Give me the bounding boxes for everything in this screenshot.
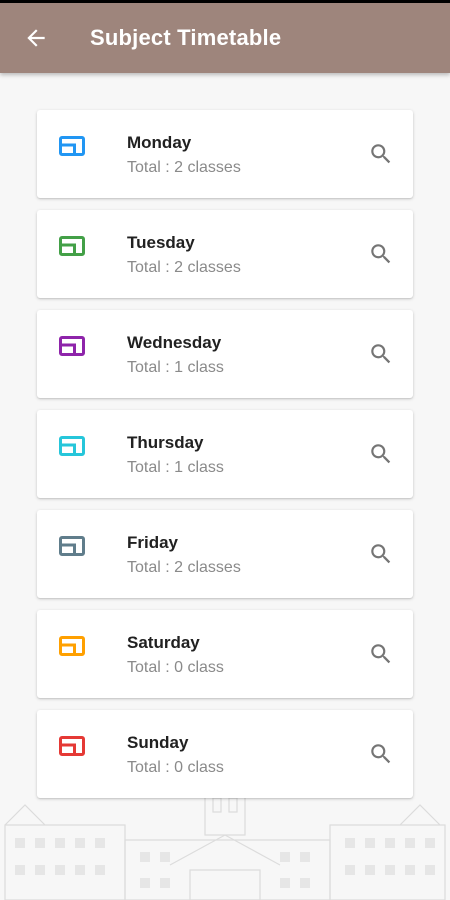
view-quilt-icon	[59, 636, 85, 656]
day-card-sunday[interactable]: Sunday Total : 0 class	[37, 710, 413, 798]
search-icon	[371, 444, 391, 464]
day-card-thursday[interactable]: Thursday Total : 1 class	[37, 410, 413, 498]
day-name: Friday	[127, 533, 179, 552]
view-quilt-icon	[59, 136, 85, 156]
search-icon	[371, 344, 391, 364]
day-name: Sunday	[127, 733, 189, 752]
search-button[interactable]	[367, 240, 395, 268]
view-quilt-icon	[59, 236, 85, 256]
day-name: Saturday	[127, 633, 200, 652]
search-button[interactable]	[367, 740, 395, 768]
app-bar: Subject Timetable	[0, 3, 450, 73]
class-count: Total : 2 classes	[127, 559, 241, 576]
search-icon	[371, 644, 391, 664]
day-name: Tuesday	[127, 233, 195, 252]
class-count: Total : 0 class	[127, 759, 224, 776]
class-count: Total : 0 class	[127, 659, 224, 676]
day-card-wednesday[interactable]: Wednesday Total : 1 class	[37, 310, 413, 398]
search-button[interactable]	[367, 140, 395, 168]
day-card-friday[interactable]: Friday Total : 2 classes	[37, 510, 413, 598]
search-icon	[371, 744, 391, 764]
class-count: Total : 1 class	[127, 359, 224, 376]
day-name: Wednesday	[127, 333, 222, 352]
page-title: Subject Timetable	[90, 25, 282, 50]
content-area[interactable]: Monday Total : 2 classes Tuesday Total :…	[0, 73, 450, 900]
class-count: Total : 1 class	[127, 459, 224, 476]
day-name: Thursday	[127, 433, 204, 452]
search-button[interactable]	[367, 640, 395, 668]
search-icon	[371, 144, 391, 164]
search-button[interactable]	[367, 340, 395, 368]
day-card-tuesday[interactable]: Tuesday Total : 2 classes	[37, 210, 413, 298]
day-list: Monday Total : 2 classes Tuesday Total :…	[37, 110, 413, 810]
search-button[interactable]	[367, 440, 395, 468]
search-icon	[371, 544, 391, 564]
view-quilt-icon	[59, 436, 85, 456]
view-quilt-icon	[59, 536, 85, 556]
back-button[interactable]	[12, 14, 60, 62]
view-quilt-icon	[59, 336, 85, 356]
class-count: Total : 2 classes	[127, 259, 241, 276]
search-button[interactable]	[367, 540, 395, 568]
day-card-monday[interactable]: Monday Total : 2 classes	[37, 110, 413, 198]
class-count: Total : 2 classes	[127, 159, 241, 176]
arrow-left-icon	[27, 29, 45, 47]
view-quilt-icon	[59, 736, 85, 756]
day-card-saturday[interactable]: Saturday Total : 0 class	[37, 610, 413, 698]
day-name: Monday	[127, 133, 192, 152]
search-icon	[371, 244, 391, 264]
